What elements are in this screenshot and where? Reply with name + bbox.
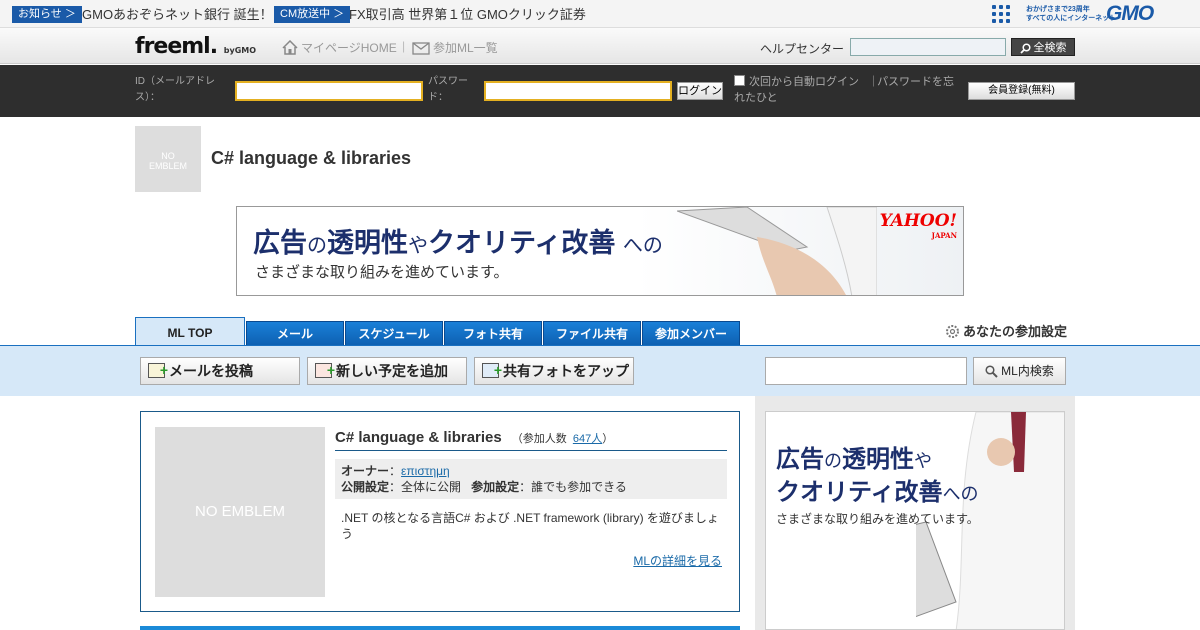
upload-photo-button[interactable]: 共有フォトをアップ	[474, 357, 634, 385]
yahoo-logo: YAHOO! JAPAN	[879, 211, 957, 240]
header-separator: |	[402, 39, 406, 53]
tab-file[interactable]: ファイル共有	[543, 321, 641, 346]
owner-link[interactable]: επιστημη	[401, 464, 450, 478]
section-divider	[140, 626, 740, 630]
member-count-link[interactable]: 647人	[573, 433, 602, 445]
banner-subline: さまざまな取り組みを進めています。	[255, 264, 509, 281]
gear-icon	[946, 325, 959, 338]
post-mail-button[interactable]: メールを投稿	[140, 357, 300, 385]
calendar-add-icon	[315, 357, 335, 383]
freeml-logo[interactable]: freeml. byGMO	[135, 34, 256, 59]
ml-info-card: NO EMBLEM C# language & libraries （参加人数 6…	[140, 411, 740, 612]
tab-members[interactable]: 参加メンバー	[642, 321, 740, 346]
side-ad-heading: 広告の透明性や クオリティ改善への	[776, 446, 979, 506]
search-icon	[1019, 43, 1031, 54]
post-mail-icon	[148, 357, 168, 383]
joined-ml-list-link[interactable]: 参加ML一覧	[412, 39, 498, 56]
help-center-label[interactable]: ヘルプセンター	[760, 40, 844, 57]
cm-tag[interactable]: CM放送中 ＞	[274, 6, 351, 23]
side-ad-subline: さまざまな取り組みを進めています。	[776, 512, 979, 526]
ml-search-button[interactable]: ML内検索	[973, 357, 1066, 385]
autologin-checkbox[interactable]	[734, 75, 745, 86]
home-icon	[282, 40, 298, 55]
news-bar: お知らせ ＞ GMOあおぞらネット銀行 誕生！ CM放送中 ＞ FX取引高 世界…	[0, 0, 1200, 28]
autologin-label[interactable]: 次回から自動ログイン	[749, 76, 859, 88]
password-label: パスワー ド：	[428, 76, 468, 103]
tab-photo[interactable]: フォト共有	[444, 321, 542, 346]
login-button[interactable]: ログイン	[677, 82, 723, 100]
register-button[interactable]: 会員登録(無料)	[968, 82, 1075, 100]
ml-detail-link[interactable]: MLの詳細を見る	[633, 552, 722, 569]
banner-heading: 広告の透明性やクオリティ改善 への	[253, 228, 663, 258]
action-toolbar: メールを投稿 新しい予定を追加 共有フォトをアップ ML内検索	[0, 345, 1200, 396]
mail-list-icon	[412, 42, 430, 55]
autologin-area: 次回から自動ログイン ｜パスワードを忘れたひと	[734, 74, 964, 106]
id-label: ID（メールアドレ ス）：	[135, 76, 215, 103]
gmo-dots-icon	[992, 5, 1010, 23]
member-count: （参加人数 647人）	[511, 433, 614, 445]
tab-mail[interactable]: メール	[246, 321, 344, 346]
gmo-logo[interactable]: GMO	[1106, 2, 1154, 26]
news-link[interactable]: GMOあおぞらネット銀行 誕生！	[82, 6, 273, 23]
group-title[interactable]: C# language & libraries	[211, 148, 411, 169]
card-title: C# language & libraries （参加人数 647人）	[335, 429, 727, 451]
add-schedule-button[interactable]: 新しい予定を追加	[307, 357, 467, 385]
tab-ml-top[interactable]: ML TOP	[135, 317, 245, 347]
news-tag[interactable]: お知らせ ＞	[12, 6, 82, 23]
id-input[interactable]	[235, 81, 423, 101]
photo-add-icon	[482, 357, 502, 383]
ml-description: .NET の核となる言語C# および .NET framework (libra…	[341, 511, 719, 541]
login-bar: ID（メールアドレ ス）： パスワー ド： ログイン 次回から自動ログイン ｜パスワ…	[0, 65, 1200, 117]
ml-meta: オーナー：επιστημη 公開設定：全体に公開 参加設定：誰でも参加できる	[335, 459, 727, 499]
cm-link[interactable]: FX取引高 世界第１位 GMOクリック証券	[349, 6, 586, 23]
search-icon	[985, 365, 998, 378]
password-input[interactable]	[484, 81, 672, 101]
side-ad[interactable]: 広告の透明性や クオリティ改善への さまざまな取り組みを進めています。	[765, 411, 1065, 630]
global-search-input[interactable]	[850, 38, 1006, 56]
tab-schedule[interactable]: スケジュール	[345, 321, 443, 346]
participation-settings-link[interactable]: あなたの参加設定	[945, 321, 1067, 340]
site-header: freeml. byGMO マイページHOME | 参加ML一覧 ヘルプセンター…	[0, 28, 1200, 64]
banner-ad[interactable]: 広告の透明性やクオリティ改善 への さまざまな取り組みを進めています。 YAHO…	[236, 206, 964, 296]
global-search-button[interactable]: 全検索	[1011, 38, 1075, 56]
gmo-slogan: おかげさまで23周年 すべての人にインターネット	[1026, 6, 1117, 22]
ml-search-input[interactable]	[765, 357, 967, 385]
mypage-home-link[interactable]: マイページHOME	[282, 39, 397, 56]
tablet-hand-image	[677, 207, 877, 295]
group-emblem-small: NO EMBLEM	[135, 126, 201, 192]
group-emblem-large: NO EMBLEM	[155, 427, 325, 597]
